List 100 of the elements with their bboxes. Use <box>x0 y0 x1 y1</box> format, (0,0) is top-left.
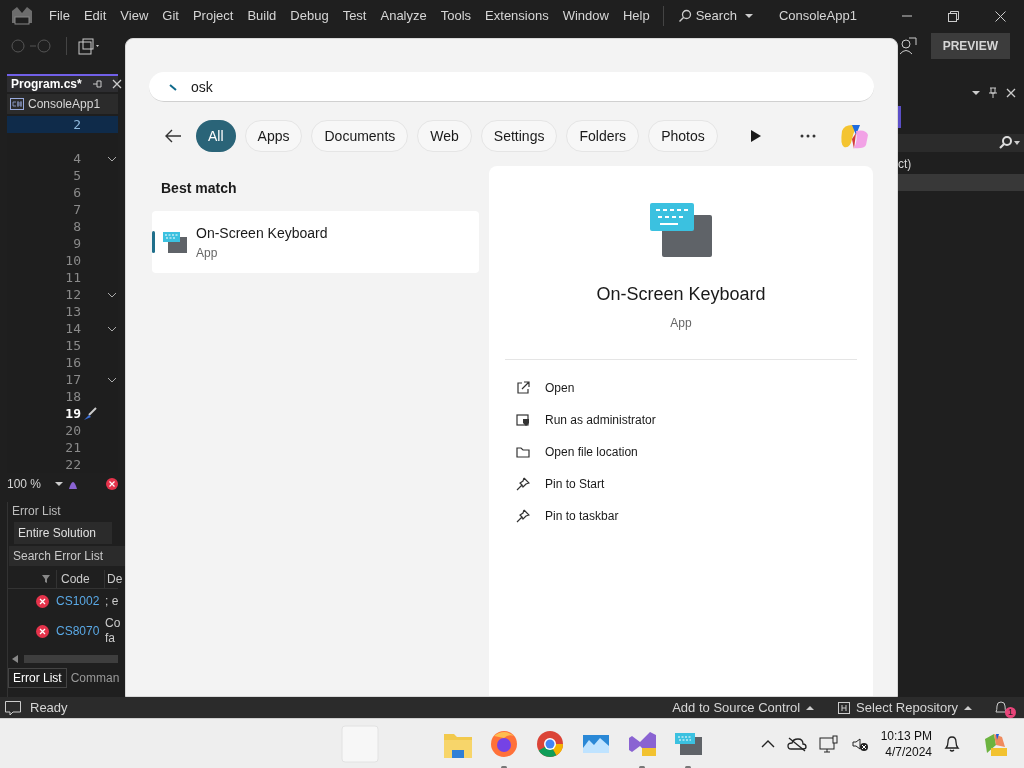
filter-tab[interactable]: Web <box>417 120 472 152</box>
menu-item[interactable]: Analyze <box>373 2 434 30</box>
search-icon <box>998 136 1012 150</box>
line-number: 4 <box>72 149 81 168</box>
zoom-level[interactable]: 100 % <box>7 474 42 493</box>
pin-icon <box>516 477 530 491</box>
line-number: 20 <box>64 421 81 440</box>
menu-item[interactable]: Tools <box>433 2 479 30</box>
date-text: 4/7/2024 <box>885 743 932 760</box>
menu-item[interactable]: Git <box>155 2 186 30</box>
error-code[interactable]: CS8070 <box>56 622 105 640</box>
menu-item[interactable]: Edit <box>76 2 114 30</box>
filter-tab[interactable]: Apps <box>244 120 303 152</box>
menu-item[interactable]: Test <box>335 2 374 30</box>
new-item-icon[interactable] <box>75 36 99 56</box>
panel-tab[interactable]: Error List <box>8 668 67 688</box>
menu-item[interactable]: Help <box>615 2 657 30</box>
menu-item[interactable]: Project <box>185 2 241 30</box>
notification-badge: 1 <box>1005 706 1016 718</box>
line-number: 10 <box>64 251 81 270</box>
line-number: 15 <box>64 336 81 355</box>
fold-icon[interactable] <box>107 290 117 299</box>
fold-icon[interactable] <box>107 324 117 333</box>
close-icon[interactable] <box>111 79 122 89</box>
filter-tab[interactable]: All <box>196 120 236 152</box>
scrollbar-thumb[interactable] <box>24 655 118 663</box>
repository-button[interactable]: Select Repository <box>838 697 972 718</box>
scope-dropdown[interactable]: Entire Solution <box>14 522 112 544</box>
error-code[interactable]: CS1002 <box>56 592 105 610</box>
action-button[interactable]: Pin to taskbar <box>516 500 619 532</box>
csharp-icon <box>10 98 24 110</box>
result-item[interactable]: On-Screen Keyboard App <box>152 211 479 273</box>
more-icon[interactable] <box>800 134 816 138</box>
filter-tab[interactable]: Photos <box>648 120 718 152</box>
line-number: 5 <box>72 166 81 185</box>
action-button[interactable]: Open <box>516 372 575 404</box>
error-icon <box>36 624 49 638</box>
menu-item[interactable]: Extensions <box>478 2 556 30</box>
section-heading: Best match <box>161 179 237 198</box>
logo-icon <box>10 5 34 27</box>
chevron-up-icon[interactable] <box>760 738 775 749</box>
menu-item[interactable]: Window <box>555 2 616 30</box>
column-header[interactable]: De <box>104 569 123 588</box>
action-button[interactable]: Open file location <box>516 436 638 468</box>
play-icon[interactable] <box>750 129 762 143</box>
line-number: 12 <box>64 285 81 304</box>
close-icon[interactable] <box>1006 88 1016 98</box>
caret-icon[interactable] <box>55 480 64 487</box>
caret-up-icon <box>806 704 815 711</box>
tree-item-text[interactable]: ct) <box>898 155 912 173</box>
filter-tab[interactable]: Documents <box>311 120 409 152</box>
search-field[interactable]: osk <box>149 72 874 102</box>
back-arrow-icon[interactable] <box>164 128 182 144</box>
line-number: 18 <box>64 387 81 406</box>
filter-tab[interactable]: Folders <box>566 120 640 152</box>
restore-icon[interactable] <box>948 10 959 22</box>
menu-item[interactable]: File <box>42 2 77 30</box>
close-icon[interactable] <box>995 10 1006 22</box>
line-number: 22 <box>64 455 81 474</box>
ready-icon <box>4 699 22 716</box>
action-button[interactable]: Pin to Start <box>516 468 605 500</box>
app-name: On-Screen Keyboard <box>596 283 766 306</box>
project-dropdown[interactable]: ConsoleApp1 <box>7 94 118 114</box>
cloud-off-icon[interactable] <box>786 735 807 752</box>
keyboard-icon <box>162 230 188 254</box>
filter-icon <box>42 574 50 583</box>
error-icon <box>36 594 49 608</box>
caret-icon[interactable] <box>972 90 980 96</box>
action-button[interactable]: Run as administrator <box>516 404 656 436</box>
filter-tab[interactable]: Settings <box>480 120 558 152</box>
repository-icon <box>838 701 851 714</box>
search-button[interactable]: Search <box>669 6 761 26</box>
search-field[interactable]: Search Error List <box>9 546 126 566</box>
search-field[interactable] <box>898 134 1024 152</box>
solution-name: ConsoleApp1 <box>778 7 857 26</box>
pin-icon[interactable] <box>988 87 998 99</box>
preview-button[interactable]: PREVIEW <box>930 33 1010 59</box>
keyboard-icon <box>648 201 714 259</box>
result-name: On-Screen Keyboard <box>196 223 328 243</box>
scroll-left-icon[interactable] <box>12 655 18 663</box>
fold-icon[interactable] <box>107 154 117 163</box>
spinner-icon <box>169 83 177 91</box>
fold-icon[interactable] <box>107 375 117 384</box>
bell-icon <box>994 699 1008 716</box>
panel-title: Error List <box>11 503 62 520</box>
line-number: 9 <box>72 234 81 253</box>
source-control-button[interactable]: Add to Source Control <box>672 697 815 718</box>
menu-item[interactable]: Build <box>240 2 284 30</box>
caret-icon <box>744 13 753 19</box>
volume-muted-icon[interactable] <box>850 735 869 752</box>
panel-tab[interactable]: Comman <box>66 668 124 688</box>
line-number: 2 <box>72 115 81 134</box>
column-header[interactable]: Code <box>56 569 104 588</box>
notification-button[interactable]: 1 <box>992 697 1016 718</box>
menu-item[interactable]: Debug <box>283 2 336 30</box>
network-icon[interactable] <box>818 734 839 753</box>
bell-icon[interactable] <box>944 734 960 753</box>
pin-icon[interactable] <box>91 79 102 89</box>
clock[interactable]: 10:13 PM 4/7/2024 <box>880 727 932 760</box>
menu-item[interactable]: View <box>113 2 156 30</box>
